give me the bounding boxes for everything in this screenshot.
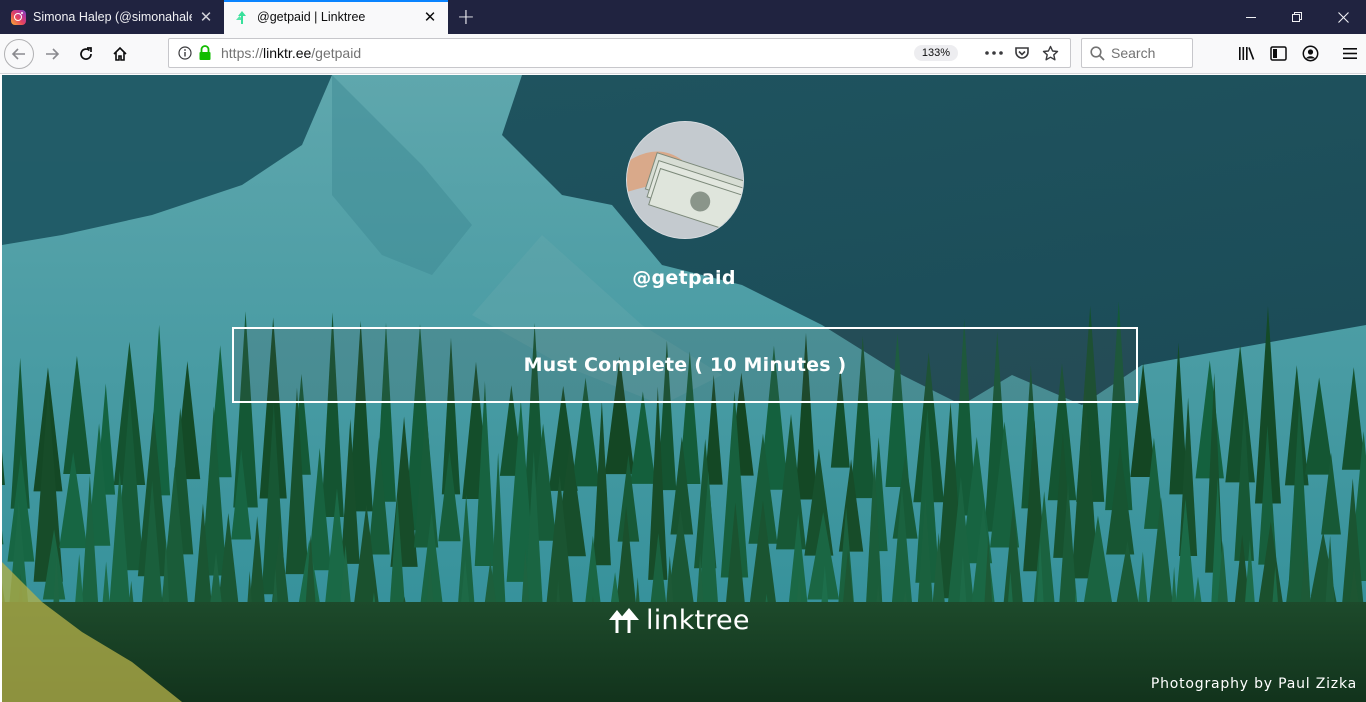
url-host: linktr.ee: [263, 45, 312, 61]
page-actions-icon[interactable]: [980, 41, 1008, 65]
url-text[interactable]: https://linktr.ee/getpaid: [221, 45, 914, 61]
window-close-icon[interactable]: [1320, 0, 1366, 34]
page-viewport: @getpaid Must Complete ( 10 Minutes ) li…: [2, 75, 1366, 702]
menu-icon[interactable]: [1334, 38, 1366, 68]
tree-silhouette: [630, 391, 656, 484]
close-icon[interactable]: ✕: [420, 7, 440, 27]
search-icon: [1090, 45, 1105, 61]
pocket-icon[interactable]: [1008, 41, 1036, 65]
forward-button[interactable]: [36, 38, 68, 70]
tab-instagram[interactable]: Simona Halep (@simonahalep) ✕: [0, 0, 224, 34]
tab-strip: Simona Halep (@simonahalep) ✕ @getpaid |…: [0, 0, 1366, 34]
reload-button[interactable]: [70, 38, 102, 70]
profile-username: @getpaid: [632, 267, 736, 289]
restore-icon[interactable]: [1274, 0, 1320, 34]
tab-title: Simona Halep (@simonahalep): [33, 10, 192, 24]
new-tab-button[interactable]: +: [448, 0, 484, 34]
window-controls: [1228, 0, 1366, 34]
navigation-toolbar: https://linktr.ee/getpaid 133% Search: [0, 34, 1366, 74]
home-icon: [113, 46, 127, 61]
linktree-icon: [609, 608, 639, 633]
close-icon[interactable]: ✕: [196, 7, 216, 27]
zoom-level-badge[interactable]: 133%: [913, 45, 958, 61]
forward-arrow-icon: [46, 47, 60, 60]
url-scheme: https://: [221, 45, 264, 61]
library-icon[interactable]: [1230, 38, 1262, 68]
tree-silhouette: [63, 355, 91, 475]
bookmark-star-icon[interactable]: [1036, 41, 1064, 65]
tree-silhouette: [1304, 377, 1334, 475]
search-placeholder: Search: [1111, 45, 1156, 61]
brand-wordmark: linktree: [646, 604, 750, 636]
toolbar-right: [1230, 38, 1366, 68]
sidebar-icon[interactable]: [1262, 38, 1294, 68]
tree-silhouette: [1225, 344, 1255, 483]
linktree-icon: [234, 9, 250, 25]
instagram-icon: [10, 9, 26, 25]
tree-silhouette: [1195, 360, 1224, 479]
address-bar[interactable]: https://linktr.ee/getpaid 133%: [168, 38, 1071, 68]
tab-linktree[interactable]: @getpaid | Linktree ✕: [224, 0, 448, 34]
home-button[interactable]: [104, 38, 136, 70]
info-icon[interactable]: [177, 45, 193, 61]
link-button-must-complete[interactable]: Must Complete ( 10 Minutes ): [232, 327, 1138, 403]
tab-title: @getpaid | Linktree: [257, 10, 366, 24]
photo-credit: Photography by Paul Zizka: [1150, 676, 1357, 692]
reload-icon: [80, 46, 92, 60]
profile-avatar: [626, 121, 744, 239]
lock-icon[interactable]: [197, 45, 213, 61]
tree-silhouette: [2, 451, 5, 486]
tree-silhouette: [2, 530, 4, 545]
url-path: /getpaid: [311, 45, 362, 61]
search-input[interactable]: Search: [1081, 38, 1193, 68]
back-button[interactable]: [4, 38, 34, 69]
back-arrow-icon: [11, 47, 25, 60]
minimize-icon[interactable]: [1228, 0, 1274, 34]
linktree-logo[interactable]: linktree: [608, 603, 750, 637]
account-icon[interactable]: [1294, 38, 1326, 68]
